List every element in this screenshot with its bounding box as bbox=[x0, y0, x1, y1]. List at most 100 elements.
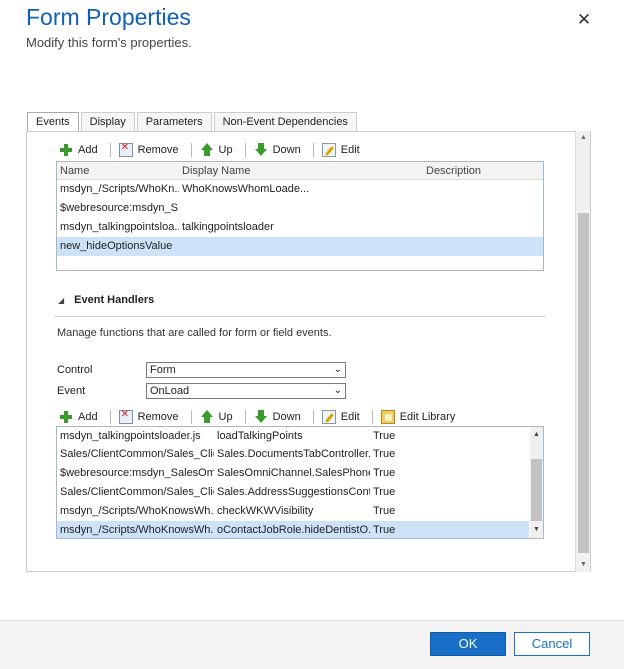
control-select[interactable]: Form ⌄ bbox=[146, 362, 346, 378]
handler-row[interactable]: Sales/ClientCommon/Sales_Clie... Sales.D… bbox=[57, 445, 543, 464]
event-handlers-heading[interactable]: ◢ Event Handlers bbox=[58, 294, 154, 306]
handler-row[interactable]: msdyn_/Scripts/WhoKnowsWh... checkWKWVis… bbox=[57, 502, 543, 521]
library-row[interactable]: $webresource:msdyn_S... bbox=[57, 199, 543, 218]
add-label: Add bbox=[78, 144, 98, 156]
handler-edit-button[interactable]: Edit bbox=[321, 410, 360, 424]
library-description bbox=[423, 237, 543, 256]
scroll-up-icon[interactable]: ▲ bbox=[576, 131, 591, 145]
tab-display[interactable]: Display bbox=[80, 112, 135, 132]
edit-library-button[interactable]: Edit Library bbox=[380, 410, 456, 424]
panel-scrollbar[interactable]: ▲ ▼ bbox=[575, 131, 590, 572]
library-display-name: WhoKnowsWhomLoade... bbox=[182, 183, 310, 195]
event-label: Event bbox=[57, 385, 86, 397]
cancel-button[interactable]: Cancel bbox=[514, 632, 590, 656]
library-row[interactable]: msdyn_talkingpointsloa... talkingpointsl… bbox=[57, 218, 543, 237]
libraries-grid: Name Display Name Description msdyn_/Scr… bbox=[56, 161, 544, 271]
control-select-value: Form bbox=[150, 364, 176, 376]
handler-row[interactable]: msdyn_/Scripts/WhoKnowsWh... oContactJob… bbox=[57, 521, 529, 538]
handler-remove-button[interactable]: Remove bbox=[118, 409, 179, 424]
remove-icon bbox=[118, 142, 133, 157]
remove-label: Remove bbox=[137, 411, 179, 423]
handler-library: $webresource:msdyn_SalesOm... bbox=[60, 467, 214, 479]
libraries-grid-header: Name Display Name Description bbox=[57, 162, 543, 180]
up-label: Up bbox=[218, 144, 233, 156]
remove-icon bbox=[118, 409, 133, 424]
handler-up-button[interactable]: Up bbox=[200, 410, 233, 424]
edit-library-label: Edit Library bbox=[399, 411, 456, 423]
event-handlers-title: Event Handlers bbox=[74, 294, 155, 306]
column-header-name[interactable]: Name bbox=[57, 162, 179, 179]
panel-scrollbar-thumb[interactable] bbox=[578, 213, 589, 553]
handler-down-button[interactable]: Down bbox=[254, 410, 301, 424]
event-handlers-description: Manage functions that are called for for… bbox=[57, 327, 332, 339]
section-divider bbox=[55, 316, 545, 317]
edit-icon bbox=[321, 143, 336, 157]
toolbar-separator bbox=[244, 143, 246, 157]
down-label: Down bbox=[272, 411, 301, 423]
toolbar-separator bbox=[190, 143, 192, 157]
chevron-down-icon: ⌄ bbox=[333, 364, 342, 375]
column-header-description[interactable]: Description bbox=[423, 162, 543, 179]
library-name: new_hideOptionsValue bbox=[60, 240, 173, 252]
event-select[interactable]: OnLoad ⌄ bbox=[146, 383, 346, 399]
libraries-toolbar: Add Remove Up Down Edit bbox=[59, 141, 372, 159]
close-icon[interactable]: ✕ bbox=[574, 10, 594, 30]
library-add-button[interactable]: Add bbox=[59, 143, 98, 157]
handler-library: Sales/ClientCommon/Sales_Clie... bbox=[60, 486, 214, 498]
toolbar-separator bbox=[312, 143, 314, 157]
handler-function: oContactJobRole.hideDentistO... bbox=[217, 524, 370, 536]
toolbar-separator bbox=[109, 143, 111, 157]
library-remove-button[interactable]: Remove bbox=[118, 142, 179, 157]
tab-parameters[interactable]: Parameters bbox=[136, 112, 212, 132]
arrow-down-icon bbox=[254, 143, 268, 157]
handler-row[interactable]: $webresource:msdyn_SalesOm... SalesOmniC… bbox=[57, 464, 543, 483]
library-name: msdyn_talkingpointsloa... bbox=[60, 221, 179, 233]
library-row[interactable]: new_hideOptionsValue bbox=[57, 237, 543, 256]
tab-strip: Events Display Parameters Non-Event Depe… bbox=[27, 112, 359, 133]
library-icon bbox=[380, 410, 395, 424]
edit-label: Edit bbox=[340, 411, 360, 423]
collapse-icon[interactable]: ◢ bbox=[58, 296, 64, 305]
handler-function: loadTalkingPoints bbox=[217, 430, 303, 442]
scroll-down-icon[interactable]: ▼ bbox=[576, 558, 591, 572]
library-edit-button[interactable]: Edit bbox=[321, 143, 360, 157]
library-name: $webresource:msdyn_S... bbox=[60, 202, 179, 214]
handler-row[interactable]: Sales/ClientCommon/Sales_Clie... Sales.A… bbox=[57, 483, 543, 502]
ok-button[interactable]: OK bbox=[430, 632, 506, 656]
library-description bbox=[423, 199, 543, 218]
toolbar-separator bbox=[190, 410, 192, 424]
handler-function: Sales.AddressSuggestionsContr... bbox=[217, 486, 370, 498]
handler-enabled: True bbox=[373, 448, 396, 460]
scroll-up-icon[interactable]: ▲ bbox=[530, 429, 543, 441]
toolbar-separator bbox=[312, 410, 314, 424]
handlers-scrollbar[interactable]: ▲ ▼ bbox=[530, 427, 543, 538]
arrow-up-icon bbox=[200, 143, 214, 157]
tab-events[interactable]: Events bbox=[27, 112, 79, 133]
column-header-display-name[interactable]: Display Name bbox=[179, 162, 423, 179]
library-up-button[interactable]: Up bbox=[200, 143, 233, 157]
handler-enabled: True bbox=[373, 430, 396, 442]
library-row[interactable]: msdyn_/Scripts/WhoKn... WhoKnowsWhomLoad… bbox=[57, 180, 543, 199]
add-label: Add bbox=[78, 411, 98, 423]
handler-add-button[interactable]: Add bbox=[59, 410, 98, 424]
up-label: Up bbox=[218, 411, 233, 423]
control-label: Control bbox=[57, 364, 93, 376]
scroll-down-icon[interactable]: ▼ bbox=[530, 524, 543, 536]
library-down-button[interactable]: Down bbox=[254, 143, 301, 157]
tab-non-event-dependencies[interactable]: Non-Event Dependencies bbox=[213, 112, 357, 132]
handler-function: SalesOmniChannel.SalesPhone... bbox=[217, 467, 370, 479]
edit-label: Edit bbox=[340, 144, 360, 156]
handler-enabled: True bbox=[373, 505, 396, 517]
library-name: msdyn_/Scripts/WhoKn... bbox=[60, 183, 179, 195]
handler-library: Sales/ClientCommon/Sales_Clie... bbox=[60, 448, 214, 460]
toolbar-separator bbox=[109, 410, 111, 424]
dialog-subtitle: Modify this form's properties. bbox=[26, 35, 192, 50]
toolbar-separator bbox=[371, 410, 373, 424]
library-display-name bbox=[179, 237, 423, 256]
handler-function: Sales.DocumentsTabController.... bbox=[217, 448, 370, 460]
handlers-grid: msdyn_talkingpointsloader.js loadTalking… bbox=[56, 426, 544, 539]
chevron-down-icon: ⌄ bbox=[333, 385, 342, 396]
handlers-scrollbar-thumb[interactable] bbox=[531, 459, 542, 521]
handler-row[interactable]: msdyn_talkingpointsloader.js loadTalking… bbox=[57, 427, 543, 445]
handler-library: msdyn_/Scripts/WhoKnowsWh... bbox=[60, 524, 214, 536]
